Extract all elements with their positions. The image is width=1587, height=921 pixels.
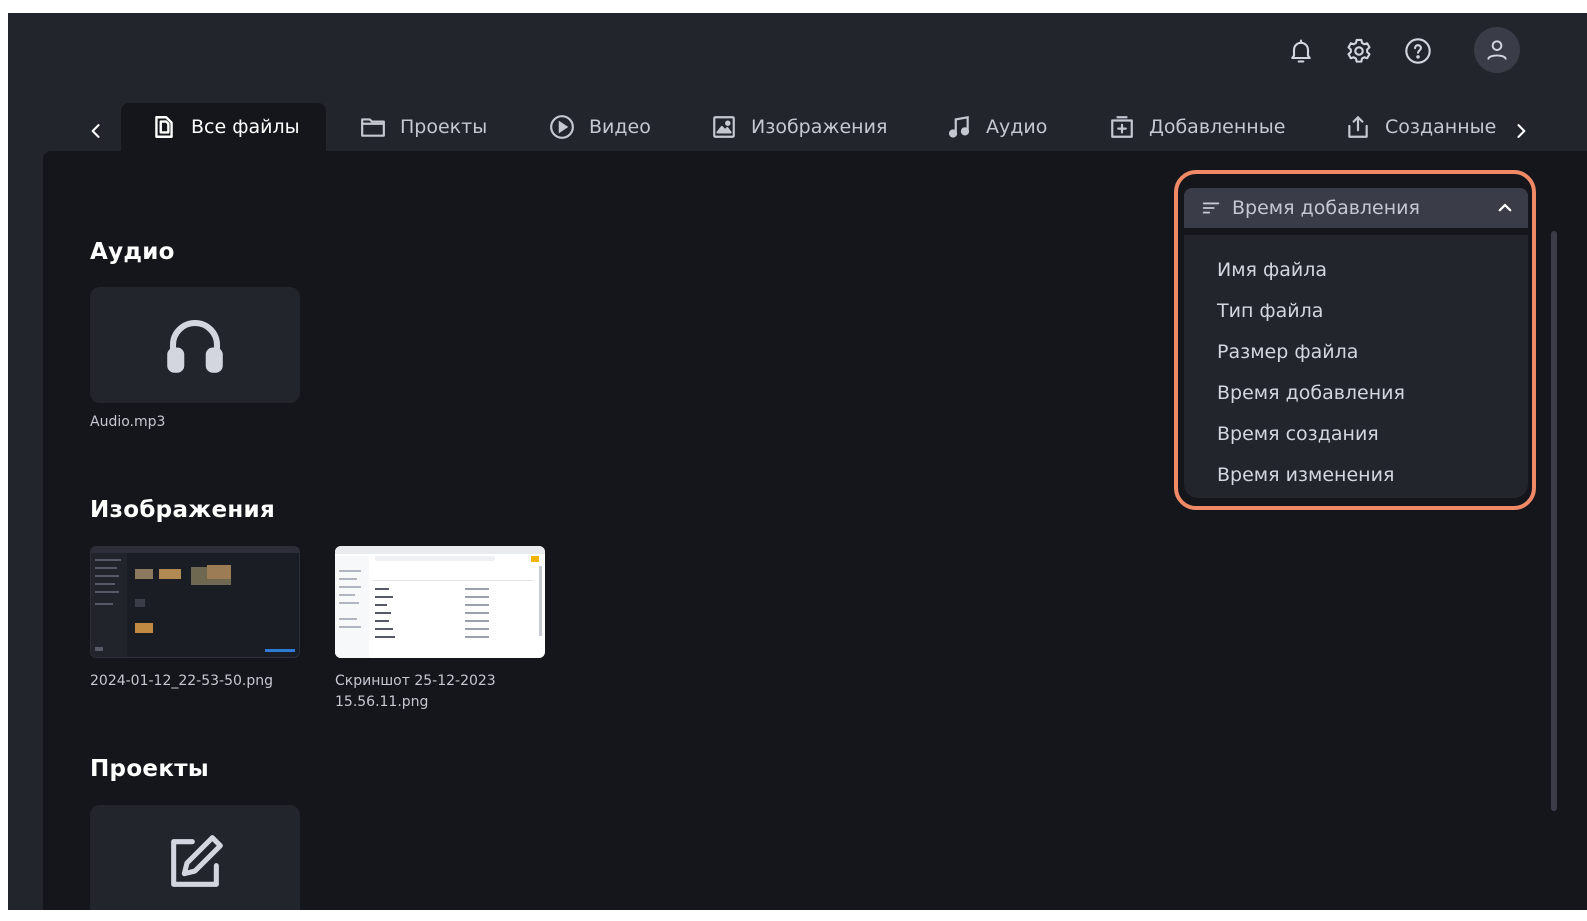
- tab-images[interactable]: Изображения: [711, 103, 887, 151]
- project-tile[interactable]: [90, 805, 300, 910]
- screenshot-preview-image: [91, 547, 299, 657]
- play-circle-icon: [550, 115, 574, 139]
- sort-selected-label: Время добавления: [1232, 197, 1420, 219]
- tab-label: Все файлы: [191, 116, 300, 138]
- screenshot-preview-image: [335, 546, 545, 658]
- file-name-line: Скриншот 25-12-2023: [335, 673, 496, 689]
- sort-option-date-created[interactable]: Время создания: [1217, 423, 1379, 445]
- tab-label: Видео: [589, 116, 651, 138]
- tab-label: Добавленные: [1149, 116, 1286, 138]
- sort-dropdown-menu: Имя файла Тип файла Размер файла Время д…: [1184, 235, 1528, 498]
- file-name: Audio.mp3: [90, 414, 166, 430]
- file-name: Скриншот 25-12-2023 15.56.11.png: [335, 671, 496, 713]
- tab-created[interactable]: Созданные: [1345, 103, 1496, 151]
- scrollbar[interactable]: [1551, 231, 1557, 811]
- sort-option-file-name[interactable]: Имя файла: [1217, 259, 1327, 281]
- chevron-up-icon: [1498, 203, 1512, 212]
- tab-audio[interactable]: Аудио: [946, 103, 1047, 151]
- add-box-icon: [1111, 116, 1133, 138]
- image-thumbnail[interactable]: [90, 546, 300, 658]
- edit-icon: [171, 835, 223, 887]
- tab-label: Аудио: [986, 116, 1048, 138]
- sort-icon: [1202, 202, 1220, 214]
- app-window: Все файлы Проекты Видео Изображения Ауди…: [8, 13, 1587, 910]
- sort-option-date-added[interactable]: Время добавления: [1217, 382, 1405, 404]
- file-name-line: 15.56.11.png: [335, 694, 429, 710]
- tab-video[interactable]: Видео: [549, 103, 651, 151]
- folder-icon: [361, 118, 385, 137]
- audio-file-tile[interactable]: [90, 287, 300, 403]
- tab-projects[interactable]: Проекты: [360, 103, 487, 151]
- tabs-scroll-left-button[interactable]: [81, 116, 111, 146]
- sort-option-file-size[interactable]: Размер файла: [1217, 341, 1358, 363]
- tabs-scroll-right-button[interactable]: [1506, 116, 1536, 146]
- image-icon: [713, 116, 735, 138]
- music-note-icon: [948, 115, 970, 138]
- user-avatar[interactable]: [1474, 27, 1520, 73]
- share-upload-icon: [1348, 116, 1368, 138]
- image-thumbnail[interactable]: [335, 546, 545, 658]
- tab-added[interactable]: Добавленные: [1109, 103, 1285, 151]
- sort-dropdown-button[interactable]: Время добавления: [1184, 188, 1528, 228]
- section-title-audio: Аудио: [90, 239, 175, 265]
- chevron-right-icon: [1517, 124, 1526, 138]
- tab-all-files[interactable]: Все файлы: [121, 103, 326, 151]
- file-name: 2024-01-12_22-53-50.png: [90, 673, 274, 689]
- section-title-projects: Проекты: [90, 756, 209, 782]
- files-icon: [155, 116, 173, 138]
- sort-option-file-type[interactable]: Тип файла: [1217, 300, 1323, 322]
- tab-label: Проекты: [400, 116, 488, 138]
- user-icon: [1487, 40, 1507, 60]
- section-title-images: Изображения: [90, 497, 276, 523]
- tab-label: Изображения: [751, 116, 888, 138]
- tab-label: Созданные: [1385, 116, 1497, 138]
- bell-icon[interactable]: [1285, 35, 1317, 67]
- headphones-icon: [167, 319, 223, 373]
- chevron-left-icon: [91, 124, 100, 138]
- sort-option-date-modified[interactable]: Время изменения: [1217, 464, 1394, 486]
- gear-icon[interactable]: [1343, 35, 1375, 67]
- help-icon[interactable]: [1402, 35, 1434, 67]
